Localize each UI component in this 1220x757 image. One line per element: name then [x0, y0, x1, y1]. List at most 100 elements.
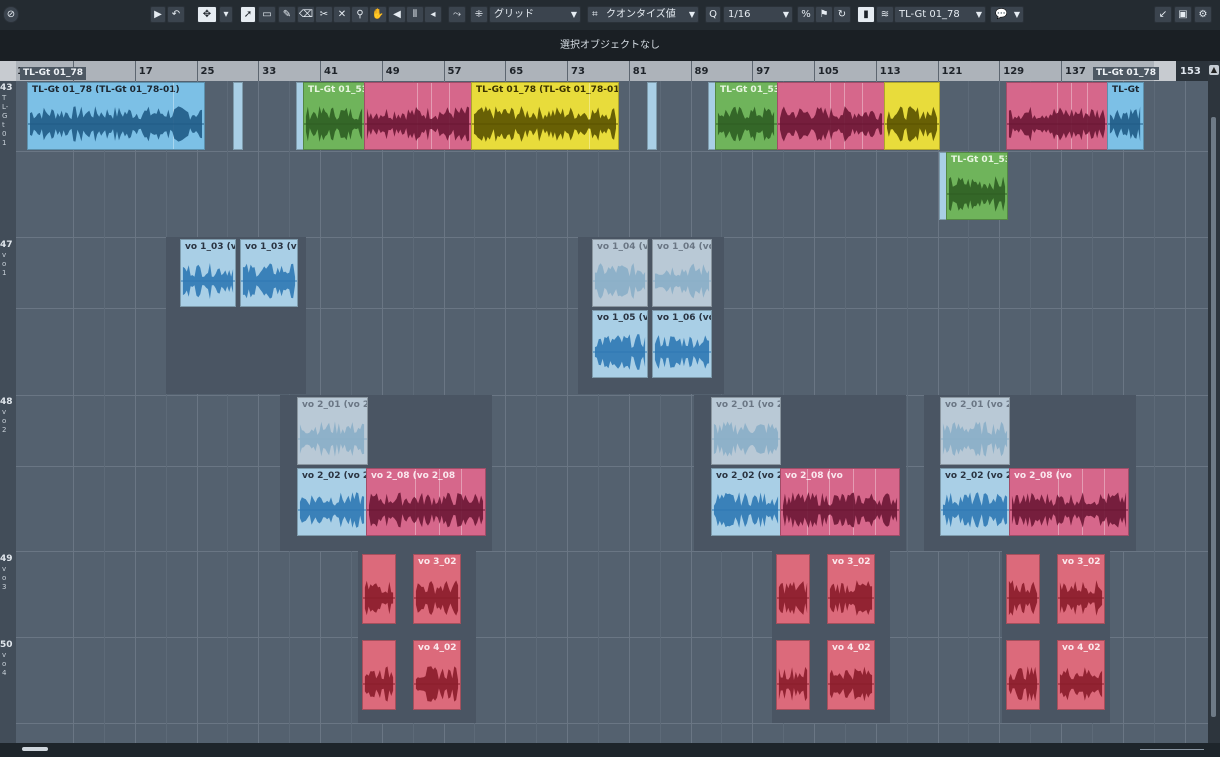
audio-event[interactable]: TL-Gt 01_78 (TL-Gt 01_78-01): [27, 82, 205, 150]
zoom-tool-icon[interactable]: ⚲: [351, 6, 369, 23]
quantize-percent-icon[interactable]: %: [797, 6, 815, 23]
warp-tool-icon[interactable]: ⫴: [406, 6, 424, 23]
audition-tool-icon[interactable]: ◂: [424, 6, 442, 23]
audio-event[interactable]: vo 1_04 (vo 1_: [652, 239, 712, 307]
vertical-scroll-thumb[interactable]: [1211, 117, 1216, 717]
split-tool-icon[interactable]: ✂: [315, 6, 333, 23]
horizontal-scrollbar[interactable]: [0, 743, 1220, 757]
right-locator[interactable]: TL-Gt 01_78: [1093, 67, 1159, 80]
mute-tool-icon[interactable]: ✕: [333, 6, 351, 23]
audio-event[interactable]: TL-Gt 01_53 (T: [715, 82, 778, 150]
vertical-scrollbar[interactable]: ▲: [1208, 61, 1220, 743]
audio-event[interactable]: vo 1_05 (vo 1: [592, 310, 648, 378]
track-color-icon[interactable]: ▮: [857, 6, 875, 23]
erase-tool-icon[interactable]: ⌫: [297, 6, 315, 23]
quantize-type-dropdown[interactable]: ⌗ クオンタイズ値: [587, 6, 699, 23]
play-icon[interactable]: ▶: [150, 6, 166, 23]
waveform: [304, 106, 364, 142]
waveform: [1058, 667, 1104, 701]
speaker-tool-icon[interactable]: ◀: [388, 6, 406, 23]
audio-event[interactable]: [647, 82, 657, 150]
audio-event[interactable]: TL-Gt 01_53 (T: [303, 82, 365, 150]
grid-line: [906, 81, 908, 743]
audio-event[interactable]: vo 3_02 (vo: [827, 554, 875, 624]
audio-event[interactable]: [884, 82, 940, 150]
audio-event[interactable]: vo 2_02 (vo 2_02: [297, 468, 367, 536]
event-label: vo 2_02 (vo 2_02: [302, 471, 366, 481]
event-display[interactable]: TL-Gt 01_78 (TL-Gt 01_78-01) TL-Gt 01_53…: [16, 81, 1208, 743]
audio-event[interactable]: vo 4_02 (vo: [1057, 640, 1105, 710]
audio-event[interactable]: vo 2_01 (vo 2_01: [940, 397, 1010, 465]
audio-event[interactable]: vo 2_08 (vo: [780, 468, 900, 536]
audio-event[interactable]: vo 3_02 (vo: [1057, 554, 1105, 624]
waveform: [947, 176, 1007, 212]
grid-line: [196, 81, 198, 743]
audio-event[interactable]: [362, 554, 396, 624]
quantize-flag-icon[interactable]: ⚑: [815, 6, 833, 23]
audio-event[interactable]: vo 1_06 (vo 1_: [652, 310, 712, 378]
audio-event[interactable]: [776, 554, 810, 624]
grid-line: [1184, 81, 1186, 743]
audio-event[interactable]: [1006, 82, 1108, 150]
scroll-up-icon[interactable]: ▲: [1209, 65, 1219, 75]
audio-event[interactable]: [364, 82, 472, 150]
audio-event[interactable]: vo 4_02 (vo: [827, 640, 875, 710]
quantize-q-icon[interactable]: Q: [705, 6, 721, 23]
ruler-end-bar: 153: [1176, 61, 1210, 81]
audio-event[interactable]: [777, 82, 885, 150]
audio-event[interactable]: vo 3_02 (vo: [413, 554, 461, 624]
loop-icon[interactable]: ↶: [167, 6, 185, 23]
autoscroll-dropdown[interactable]: ▾: [219, 6, 233, 23]
autoscroll-icon[interactable]: ✥: [197, 6, 217, 23]
constrain-delay-icon[interactable]: ⊘: [3, 6, 19, 23]
audio-event[interactable]: vo 1_03 (vo 1: [180, 239, 236, 307]
hand-tool-icon[interactable]: ✋: [369, 6, 387, 23]
waveform: [28, 106, 204, 142]
audio-event[interactable]: TL-Gt 01_78 (TL-Gt 01_78-01): [471, 82, 619, 150]
audio-event[interactable]: [776, 640, 810, 710]
audio-event[interactable]: vo 1_03 (vo 1_: [240, 239, 298, 307]
ruler[interactable]: 1 91725334149576573818997105113121129137…: [0, 61, 1220, 81]
horizontal-scroll-thumb[interactable]: [22, 747, 48, 751]
audio-event[interactable]: TL-Gt 01_53 (T: [946, 152, 1008, 220]
window-layout-icon[interactable]: ▣: [1174, 6, 1192, 23]
audio-event[interactable]: TL-Gt: [1107, 82, 1144, 150]
track-name[interactable]: vo 3: [2, 565, 10, 592]
object-selection-tool-icon[interactable]: ➚: [240, 6, 256, 23]
event-label: TL-Gt: [1112, 85, 1140, 95]
audio-event[interactable]: vo 2_01 (vo 2_01: [297, 397, 368, 465]
draw-tool-icon[interactable]: ✎: [278, 6, 296, 23]
track-name[interactable]: vo 1: [2, 251, 10, 278]
track-name[interactable]: vo 4: [2, 651, 10, 678]
quantize-cycle-icon[interactable]: ↻: [833, 6, 851, 23]
ruler-bar-number: 57: [443, 61, 461, 81]
snap-toggle-icon[interactable]: ⤳: [448, 6, 466, 23]
audio-event[interactable]: vo 4_02 (vo: [413, 640, 461, 710]
audio-event[interactable]: [362, 640, 396, 710]
collapse-arrow-icon[interactable]: ↙: [1154, 6, 1172, 23]
audio-event[interactable]: vo 1_04 (vo 1: [592, 239, 648, 307]
audio-event[interactable]: vo 2_08 (vo 2_08: [366, 468, 486, 536]
quantize-value-dropdown[interactable]: 1/16: [723, 6, 793, 23]
track-select-dropdown[interactable]: TL-Gt 01_78: [894, 6, 986, 23]
left-locator[interactable]: TL-Gt 01_78: [20, 67, 86, 80]
range-selection-tool-icon[interactable]: ▭: [258, 6, 276, 23]
stack-icon[interactable]: ≋: [876, 6, 894, 23]
ruler-active-range[interactable]: [16, 61, 1154, 81]
speech-bubble-dropdown[interactable]: 💬: [990, 6, 1024, 23]
track-name[interactable]: TL-Gt 01: [2, 94, 10, 148]
ruler-bar-number: 97: [752, 61, 770, 81]
audio-event[interactable]: [1006, 554, 1040, 624]
track-name[interactable]: vo 2: [2, 408, 10, 435]
snap-grid-icon[interactable]: ⁜: [470, 6, 488, 23]
gear-icon[interactable]: ⚙: [1194, 6, 1212, 23]
snap-type-dropdown[interactable]: グリッド: [489, 6, 581, 23]
audio-event[interactable]: vo 2_02 (vo 2_02: [940, 468, 1010, 536]
zoom-slider[interactable]: [1140, 749, 1204, 750]
audio-event[interactable]: vo 2_01 (vo 2_01: [711, 397, 781, 465]
audio-event[interactable]: [1006, 640, 1040, 710]
audio-event[interactable]: vo 2_02 (vo 2_02: [711, 468, 781, 536]
audio-event[interactable]: [233, 82, 243, 150]
audio-event[interactable]: vo 2_08 (vo: [1009, 468, 1129, 536]
waveform: [941, 492, 1009, 528]
